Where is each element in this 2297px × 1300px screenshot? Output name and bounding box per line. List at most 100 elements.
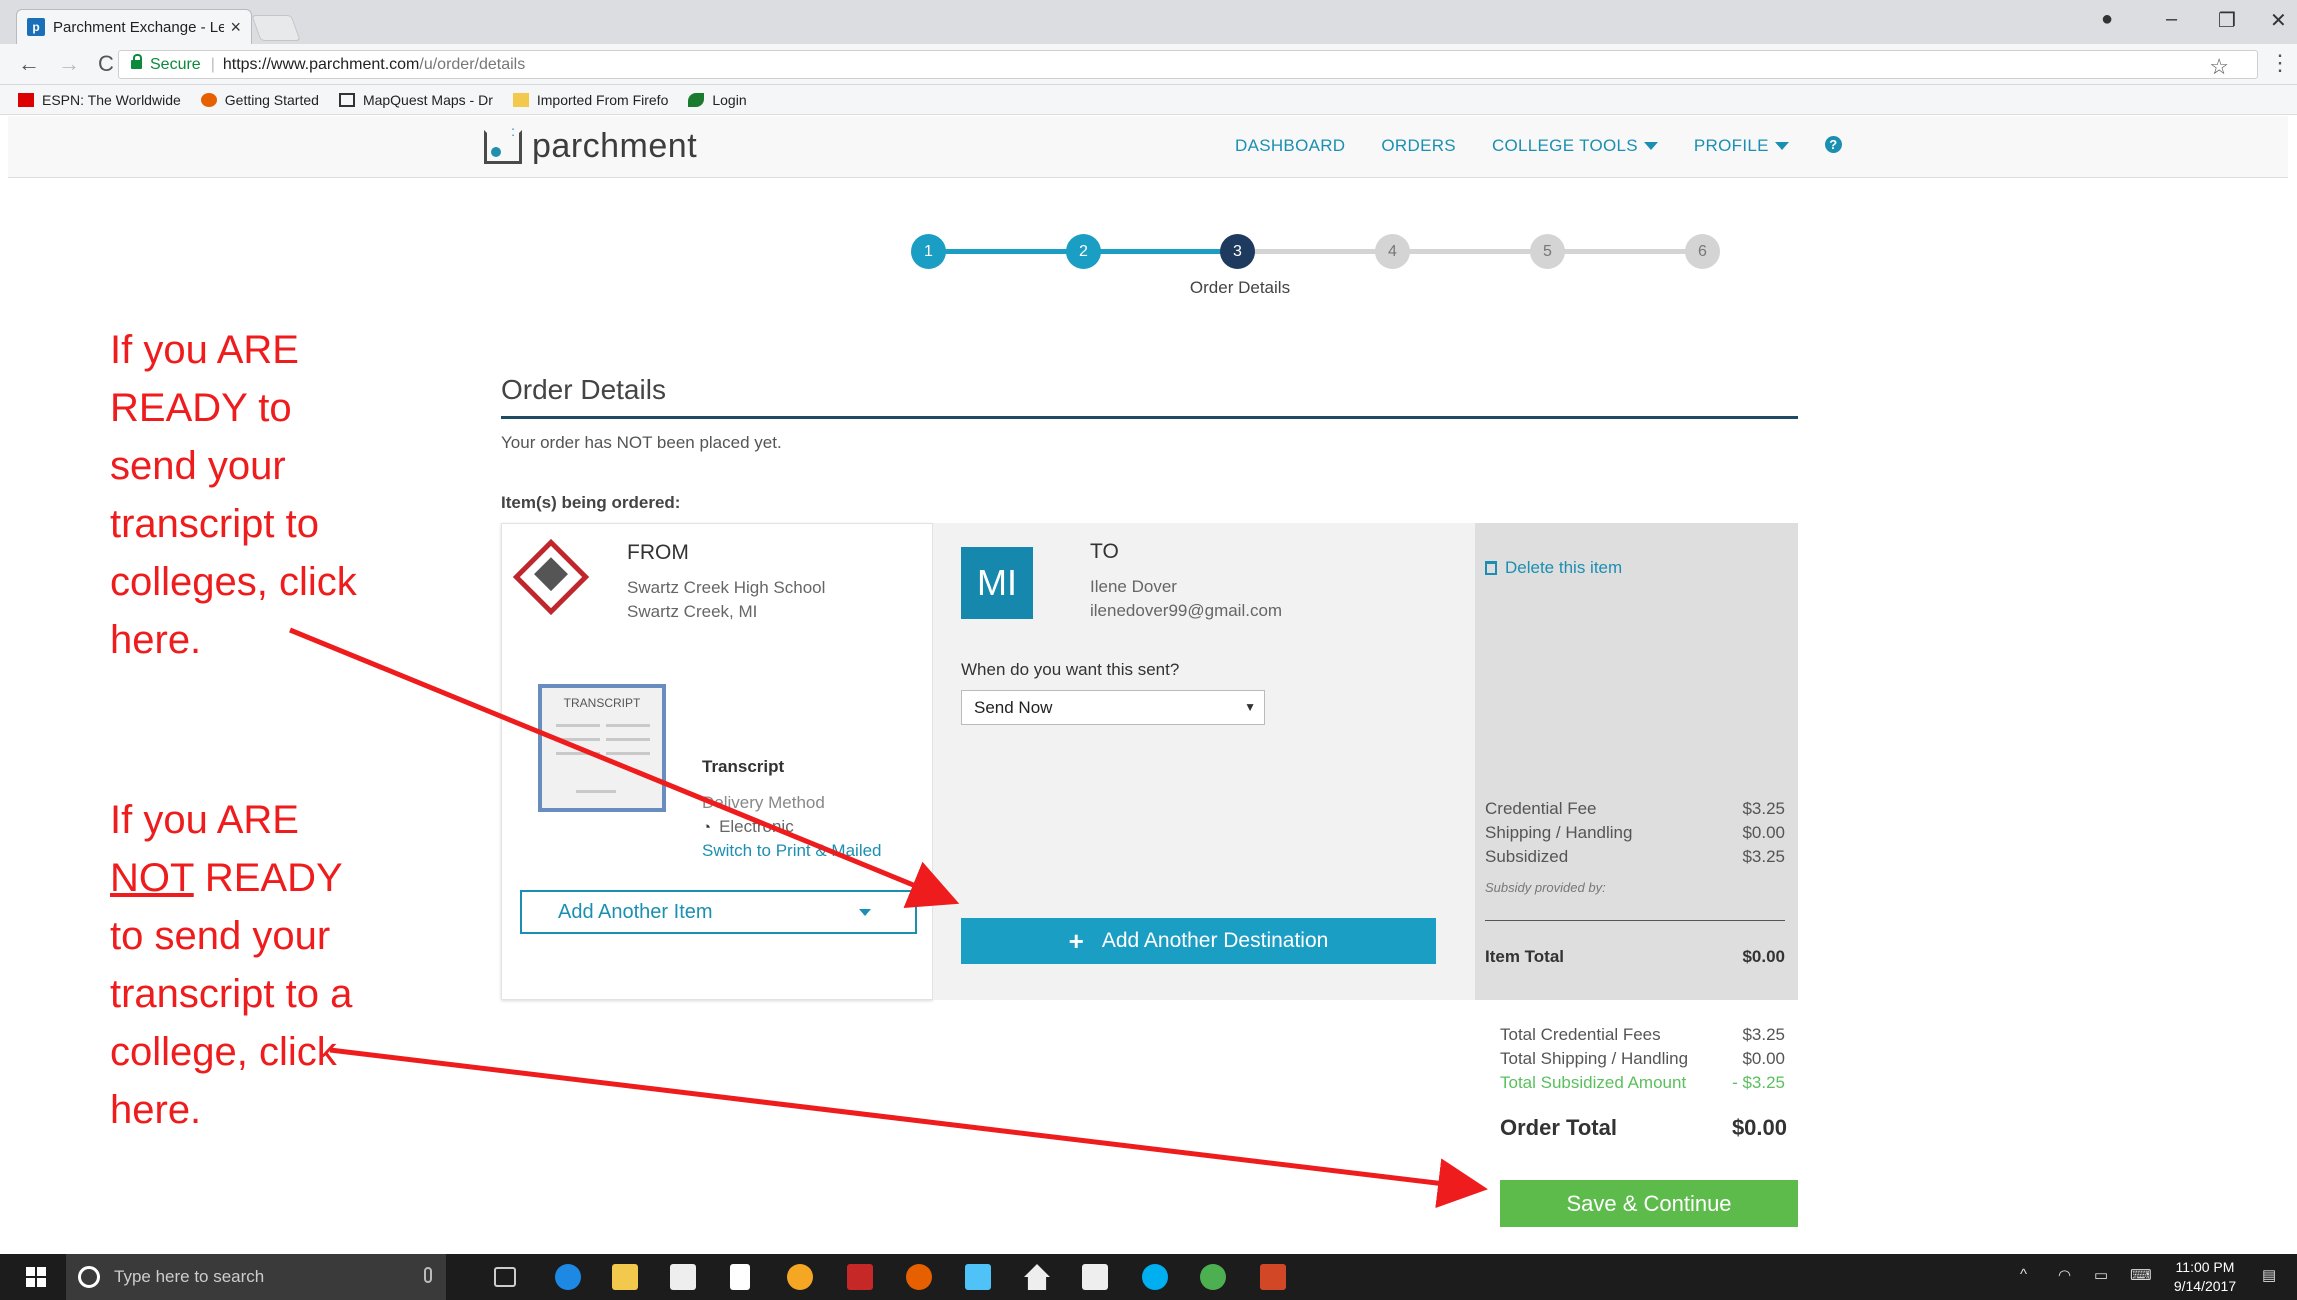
bookmark-star-icon[interactable]: ☆: [2209, 54, 2229, 80]
recipient-name: Ilene Dover: [1090, 577, 1177, 596]
total-value: $3.25: [1742, 1025, 1785, 1044]
windows-start-icon[interactable]: [26, 1267, 46, 1287]
forward-icon[interactable]: →: [58, 51, 80, 77]
help-icon[interactable]: ?: [1824, 136, 1842, 153]
fee-row: Subsidized $3.25: [1485, 847, 1785, 867]
fee-value: $3.25: [1742, 799, 1785, 818]
headphones-icon[interactable]: [787, 1264, 813, 1290]
leaf-icon: [688, 92, 705, 107]
parchment-logo[interactable]: : parchment: [484, 123, 698, 166]
browser-tab[interactable]: p Parchment Exchange - Le ×: [16, 9, 252, 44]
nav-orders[interactable]: ORDERS: [1381, 136, 1456, 156]
bookmark-getting-started[interactable]: Getting Started: [200, 91, 319, 108]
bookmark-label: Getting Started: [224, 91, 319, 108]
skype-icon[interactable]: [1142, 1264, 1168, 1290]
fee-value: $3.25: [1742, 847, 1785, 866]
url-separator: |: [210, 55, 215, 73]
add-item-label: Add Another Item: [558, 900, 713, 923]
nav-profile-label: PROFILE: [1693, 136, 1769, 155]
edge-icon[interactable]: [555, 1264, 581, 1290]
restore-icon[interactable]: ❐: [2218, 8, 2236, 33]
back-icon[interactable]: ←: [18, 51, 40, 77]
delete-item-link[interactable]: Delete this item: [1485, 558, 1622, 578]
reload-icon[interactable]: C: [98, 51, 114, 77]
title-divider: [501, 416, 1798, 419]
annotation-not-ready: If you ARE NOT READY to send your transc…: [110, 791, 410, 1139]
annotation-line: transcript to: [110, 502, 319, 546]
task-view-icon[interactable]: [494, 1267, 516, 1287]
bookmark-espn[interactable]: ESPN: The Worldwide: [18, 92, 181, 108]
trash-icon: [1485, 561, 1497, 575]
notifications-icon[interactable]: ▤: [2262, 1266, 2276, 1284]
cortana-icon: [78, 1266, 100, 1288]
tab-title: Parchment Exchange - Le: [53, 18, 225, 36]
nav-dashboard[interactable]: DASHBOARD: [1235, 136, 1345, 156]
add-another-destination-button[interactable]: + Add Another Destination: [961, 918, 1436, 964]
annotation-ready: If you ARE READY to send your transcript…: [110, 321, 410, 669]
powerpoint-icon[interactable]: [1260, 1264, 1286, 1290]
profile-icon[interactable]: ●: [2101, 8, 2113, 31]
firefox-taskbar-icon[interactable]: [906, 1264, 932, 1290]
url-bar[interactable]: Secure | https://www.parchment.com /u/or…: [118, 50, 2258, 79]
microphone-icon[interactable]: [424, 1267, 432, 1283]
url-host: https://www.parchment.com: [222, 55, 420, 73]
screen: p Parchment Exchange - Le × ● – ❐ ✕ ← → …: [0, 0, 2297, 1300]
mail-icon[interactable]: [1082, 1264, 1108, 1290]
close-window-icon[interactable]: ✕: [2270, 8, 2287, 33]
send-time-select[interactable]: Send Now ▼: [961, 690, 1265, 725]
order-total-value: $0.00: [1731, 1115, 1787, 1140]
items-heading: Item(s) being ordered:: [501, 493, 681, 512]
annotation-line: NOT READY: [110, 849, 410, 907]
nav-profile[interactable]: PROFILE: [1694, 136, 1789, 156]
step-5: 5: [1530, 234, 1565, 269]
acrobat-icon[interactable]: [847, 1264, 873, 1290]
wifi-icon[interactable]: ◠: [2058, 1266, 2071, 1284]
logo-text: parchment: [532, 127, 698, 165]
annotation-line: send your: [110, 444, 286, 488]
taskbar-search[interactable]: Type here to search: [66, 1254, 446, 1300]
home-icon[interactable]: [1024, 1264, 1050, 1290]
total-value: $0.00: [1742, 1049, 1785, 1068]
school-logo-icon: [512, 538, 590, 616]
chrome-icon[interactable]: [1200, 1264, 1226, 1290]
total-value: - $3.25: [1732, 1073, 1785, 1092]
save-and-continue-button[interactable]: Save & Continue: [1500, 1180, 1798, 1227]
bookmark-login[interactable]: Login: [688, 92, 747, 108]
monitor-icon[interactable]: [965, 1264, 991, 1290]
rss-icon: ◔: [702, 819, 712, 836]
from-card: FROM Swartz Creek High School Swartz Cre…: [501, 523, 933, 1000]
battery-icon[interactable]: ▭: [2094, 1266, 2108, 1284]
taskbar-clock[interactable]: 11:00 PM 9/14/2017: [2165, 1258, 2245, 1296]
annotation-line: here.: [110, 1088, 202, 1132]
chevron-down-icon: [859, 909, 871, 916]
total-row: Total Shipping / Handling $0.00: [1500, 1049, 1785, 1069]
thumbnail-line: [556, 724, 600, 727]
store-icon[interactable]: [670, 1264, 696, 1290]
keyboard-icon[interactable]: ⌨: [2130, 1266, 2152, 1284]
new-tab-button[interactable]: [251, 15, 301, 41]
order-total-label: Order Total: [1500, 1115, 1617, 1140]
step-3-current: 3: [1220, 234, 1255, 269]
browser-menu-icon[interactable]: ⋮: [2269, 50, 2291, 76]
order-status-note: Your order has NOT been placed yet.: [501, 433, 782, 452]
document-icon[interactable]: [730, 1264, 750, 1290]
bookmark-label: ESPN: The Worldwide: [42, 91, 181, 108]
close-tab-icon[interactable]: ×: [230, 17, 241, 38]
school-location: Swartz Creek, MI: [627, 602, 758, 621]
add-another-item-dropdown[interactable]: Add Another Item: [520, 890, 917, 934]
fee-row: Credential Fee $3.25: [1485, 799, 1785, 819]
clock-time: 11:00 PM: [2175, 1259, 2235, 1275]
nav-college-tools[interactable]: COLLEGE TOOLS: [1492, 136, 1658, 156]
switch-to-print-link[interactable]: Switch to Print & Mailed: [702, 841, 882, 861]
step-1: 1: [911, 234, 946, 269]
chevron-up-icon[interactable]: ^: [2020, 1266, 2027, 1283]
minimize-icon[interactable]: –: [2166, 8, 2177, 31]
fee-label: Shipping / Handling: [1485, 823, 1633, 842]
file-explorer-icon[interactable]: [612, 1264, 638, 1290]
annotation-line: here.: [110, 618, 202, 662]
bookmark-imported[interactable]: Imported From Firefo: [512, 92, 668, 108]
current-step-label: Order Details: [1189, 278, 1291, 297]
main-nav: DASHBOARD ORDERS COLLEGE TOOLS PROFILE ?: [1235, 136, 1842, 156]
bookmark-mapquest[interactable]: MapQuest Maps - Dr: [338, 92, 493, 108]
fees-card: Delete this item Credential Fee $3.25 Shi…: [1475, 523, 1798, 1000]
